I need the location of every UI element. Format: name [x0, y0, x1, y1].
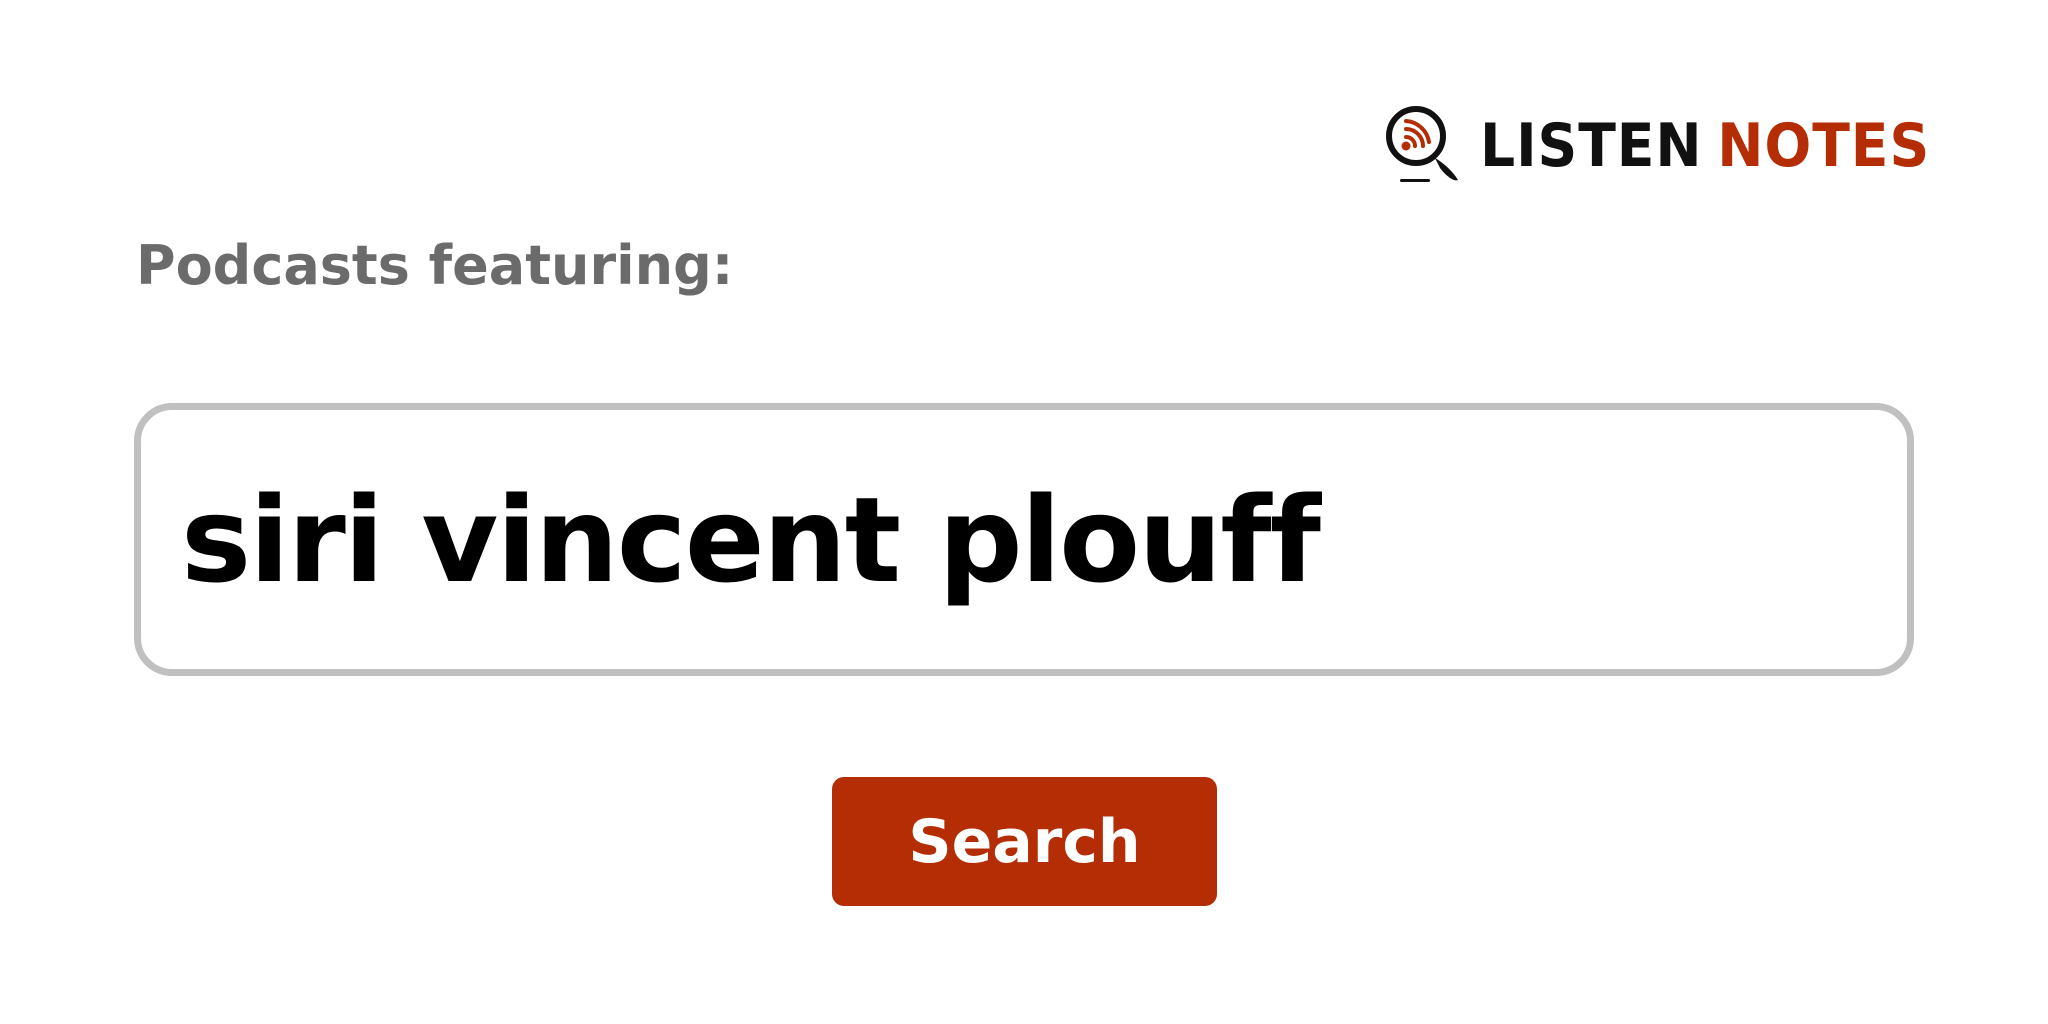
search-button[interactable]: Search: [832, 777, 1217, 906]
logo-word-listen: LISTEN: [1480, 111, 1703, 181]
podcast-search-icon: [1386, 106, 1458, 182]
logo-wordmark: LISTEN NOTES: [1480, 116, 1930, 176]
search-input[interactable]: [141, 470, 1907, 609]
page: LISTENNOTES Podcasts featuring: Search: [0, 0, 2048, 1024]
podcasts-featuring-label: Podcasts featuring:: [136, 234, 734, 297]
logo-word-notes: NOTES: [1717, 111, 1931, 181]
search-box: [134, 403, 1914, 676]
listen-notes-logo[interactable]: LISTEN NOTES: [1382, 106, 1969, 186]
